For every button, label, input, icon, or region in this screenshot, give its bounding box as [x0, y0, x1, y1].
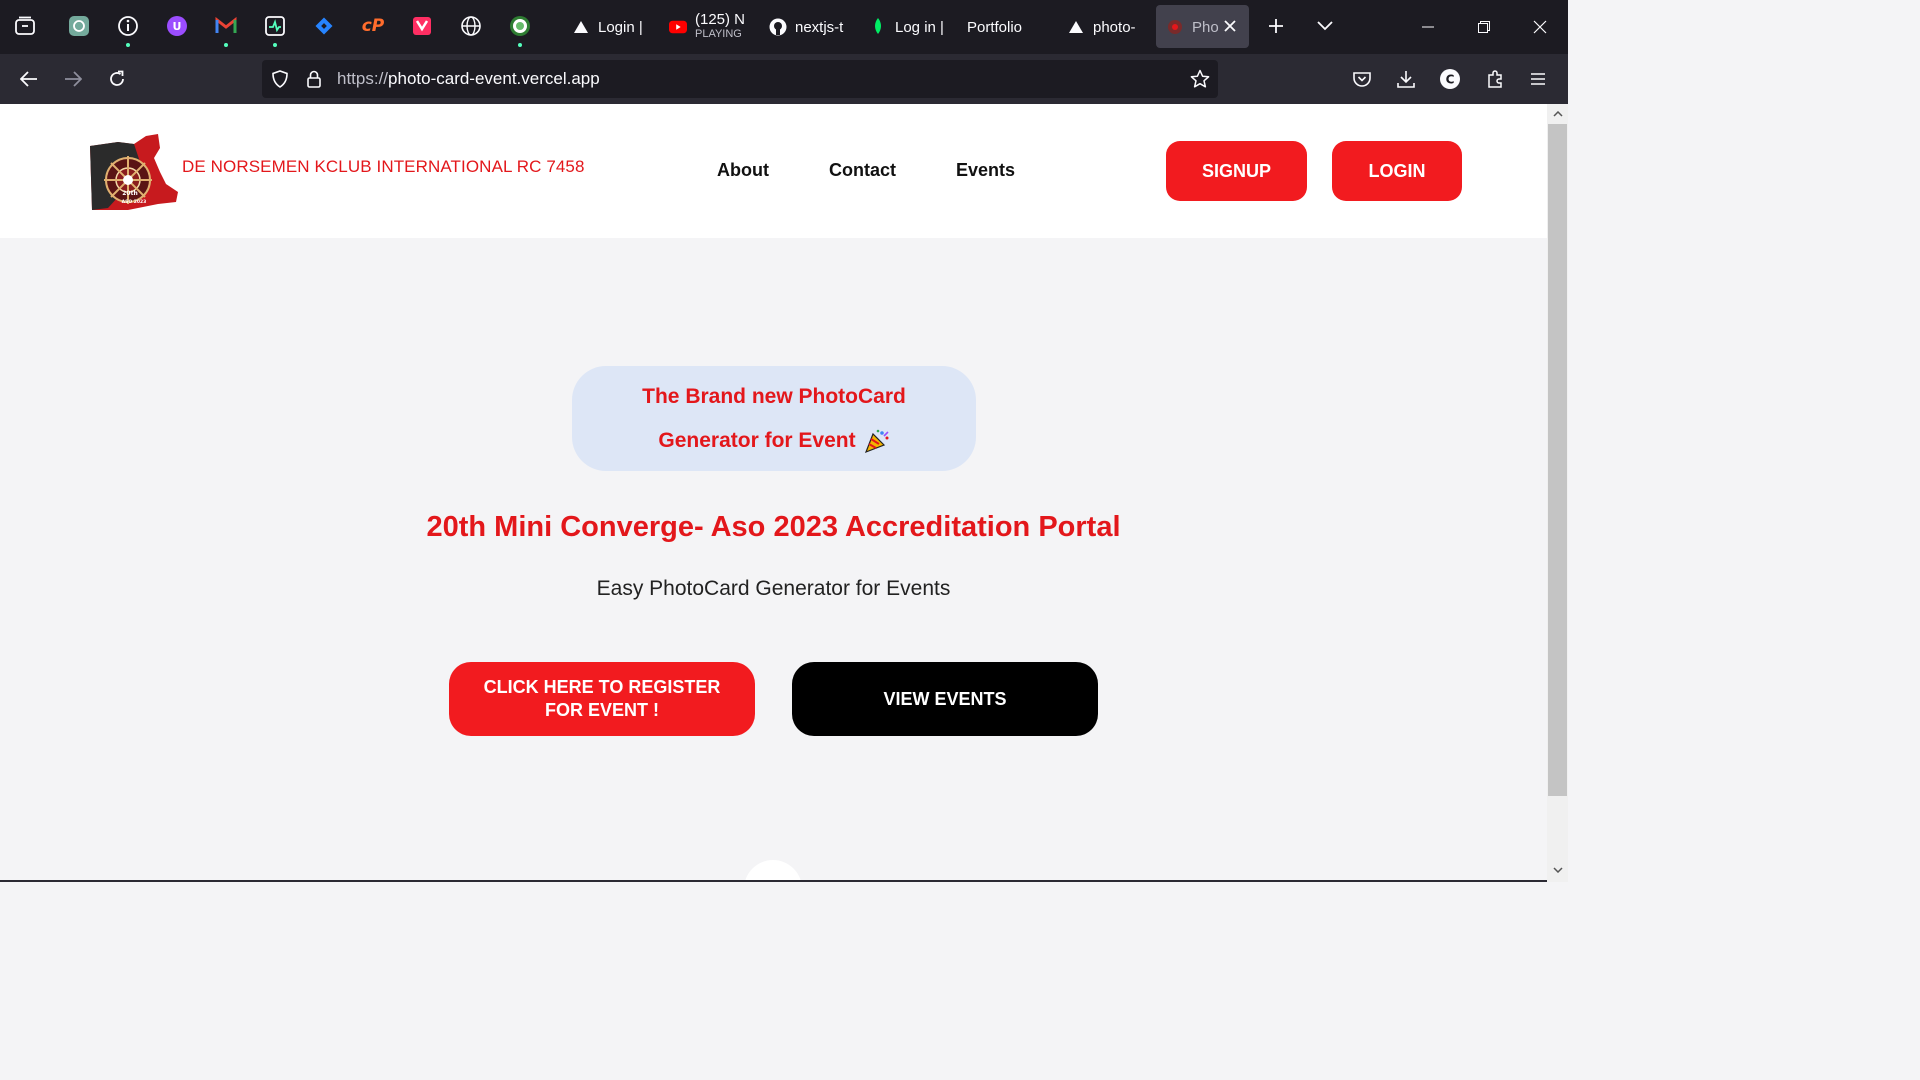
nav-contact-link[interactable]: Contact: [829, 160, 896, 181]
seal-pinned-tab-icon[interactable]: [507, 13, 533, 47]
hero-badge: The Brand new PhotoCard Generator for Ev…: [572, 366, 976, 471]
view-events-button[interactable]: VIEW EVENTS: [792, 662, 1098, 736]
mongodb-leaf-icon: [869, 18, 887, 36]
tab-active-content[interactable]: Pho: [1166, 0, 1221, 54]
logo-aso-text: ASO 2023: [122, 199, 147, 205]
hamburger-menu-icon[interactable]: [1522, 63, 1554, 95]
github-icon: [769, 18, 787, 36]
account-avatar-icon[interactable]: C: [1434, 63, 1466, 95]
bookmark-star-icon[interactable]: [1184, 63, 1216, 95]
scroll-down-arrow-icon[interactable]: [1547, 860, 1568, 880]
scroll-down-circle[interactable]: [744, 860, 802, 880]
list-all-tabs-chevron-icon[interactable]: [1312, 13, 1338, 39]
gmail-pinned-tab-icon[interactable]: [213, 13, 239, 47]
login-button[interactable]: LOGIN: [1332, 141, 1462, 201]
tab-label: Portfolio: [967, 18, 1023, 36]
club-logo[interactable]: 20th ASO 2023: [88, 132, 180, 212]
tracking-protection-shield-icon[interactable]: [264, 63, 296, 95]
tab-label: Login |: [598, 18, 643, 36]
url-text[interactable]: https://photo-card-event.vercel.app: [337, 54, 600, 104]
globe-pinned-tab-icon[interactable]: [458, 13, 484, 39]
lock-icon[interactable]: [298, 63, 330, 95]
tab-mongodb[interactable]: Log in |: [869, 0, 945, 54]
page-scrollbar-thumb[interactable]: [1548, 124, 1567, 796]
tab-unread-dot: [273, 43, 277, 47]
activity-pinned-tab-icon[interactable]: [262, 13, 288, 47]
window-bottom-edge: [0, 880, 1547, 882]
tab-login[interactable]: Login |: [572, 0, 644, 54]
minimize-window-icon[interactable]: [1400, 0, 1456, 54]
svg-text:U: U: [173, 20, 182, 33]
tab-playing-label: PLAYING: [695, 28, 742, 40]
tab-label: nextjs-t: [795, 18, 844, 36]
scroll-up-arrow-icon[interactable]: [1547, 104, 1568, 124]
back-arrow-icon[interactable]: [13, 63, 45, 95]
tab-github[interactable]: nextjs-t: [769, 0, 845, 54]
forward-arrow-icon[interactable]: [57, 63, 89, 95]
signup-button[interactable]: SIGNUP: [1166, 141, 1307, 201]
hero-subtitle: Easy PhotoCard Generator for Events: [596, 577, 951, 600]
tab-label: Log in |: [895, 18, 944, 36]
restore-window-icon[interactable]: [1456, 0, 1512, 54]
nav-events-link[interactable]: Events: [956, 160, 1015, 181]
new-tab-icon[interactable]: [1263, 13, 1289, 39]
svg-text:C: C: [1446, 73, 1455, 87]
tab-youtube[interactable]: (125) N PLAYING: [669, 0, 749, 54]
close-window-icon[interactable]: [1512, 0, 1568, 54]
tab-label: Pho: [1192, 18, 1219, 36]
url-scheme: https://: [337, 69, 389, 88]
tab-unread-dot: [224, 43, 228, 47]
youtube-icon: [669, 18, 687, 36]
ucraft-pinned-tab-icon[interactable]: [409, 13, 435, 39]
vercel-triangle-icon: [572, 18, 590, 36]
site-favicon: [1166, 18, 1184, 36]
downloads-icon[interactable]: [1390, 63, 1422, 95]
tab-label: (125) N: [695, 11, 746, 28]
extensions-puzzle-icon[interactable]: [1479, 63, 1511, 95]
club-name[interactable]: DE NORSEMEN KCLUB INTERNATIONAL RC 7458: [182, 157, 585, 177]
vercel-triangle-icon: [1067, 18, 1085, 36]
url-host: photo-card-event.vercel.app: [388, 69, 600, 88]
badge-line-2: Generator for Event: [658, 428, 856, 452]
cpanel-pinned-tab-icon[interactable]: cP: [360, 13, 386, 39]
chatgpt-pinned-tab-icon[interactable]: [66, 13, 92, 39]
pocket-icon[interactable]: [1346, 63, 1378, 95]
reload-icon[interactable]: [101, 63, 133, 95]
logo-20th-text: 20th: [122, 190, 138, 197]
tab-unread-dot: [518, 43, 522, 47]
hero-title: 20th Mini Converge- Aso 2023 Accreditati…: [426, 511, 1121, 543]
info-pinned-tab-icon[interactable]: [115, 13, 141, 47]
badge-line-2-wrap: Generator for Event: [658, 419, 889, 463]
tab-overview-icon[interactable]: [12, 13, 38, 39]
upwork-pinned-tab-icon[interactable]: U: [164, 13, 190, 39]
tab-label: photo-: [1093, 18, 1136, 36]
register-event-button[interactable]: CLICK HERE TO REGISTER FOR EVENT !: [449, 662, 755, 736]
site-header: 20th ASO 2023 DE NORSEMEN KCLUB INTERNAT…: [0, 104, 1547, 238]
jira-pinned-tab-icon[interactable]: [311, 13, 337, 39]
nav-about-link[interactable]: About: [717, 160, 769, 181]
close-tab-icon[interactable]: [1217, 13, 1243, 39]
web-page: 20th ASO 2023 DE NORSEMEN KCLUB INTERNAT…: [0, 104, 1547, 880]
tab-photo[interactable]: photo-: [1067, 0, 1139, 54]
tab-unread-dot: [126, 43, 130, 47]
tab-portfolio[interactable]: Portfolio: [967, 0, 1037, 54]
badge-line-1: The Brand new PhotoCard: [642, 384, 906, 408]
party-popper-icon: [864, 428, 890, 454]
